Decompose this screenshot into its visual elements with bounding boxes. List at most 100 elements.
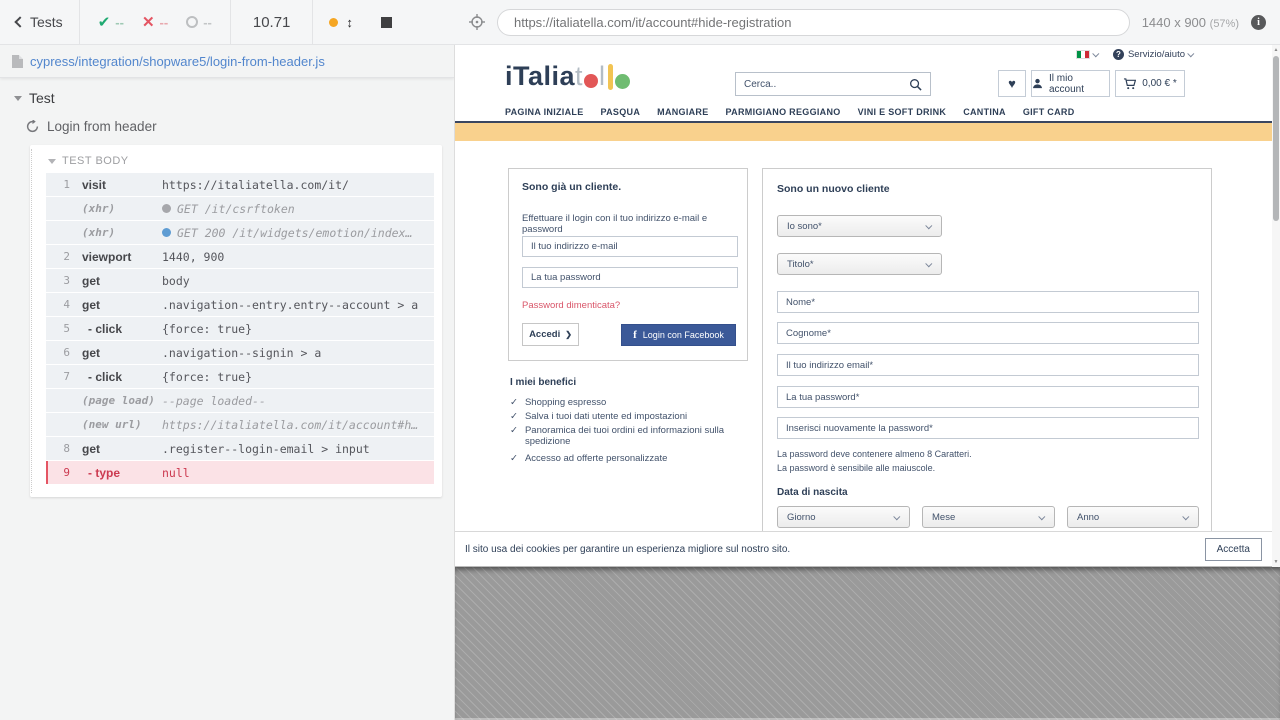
back-to-tests-button[interactable]: Tests <box>0 0 79 44</box>
chevron-left-icon <box>14 16 25 27</box>
scrollbar-thumb[interactable] <box>1273 56 1279 221</box>
command-row-xhr[interactable]: (xhr) GET /it/csrftoken <box>46 197 434 220</box>
service-menu[interactable]: ? Servizio/aiuto <box>1113 49 1194 60</box>
spec-path-link[interactable]: cypress/integration/shopware5/login-from… <box>30 54 325 69</box>
benefits-title: I miei benefici <box>510 377 576 388</box>
x-icon: ✕ <box>142 13 155 31</box>
help-icon: ? <box>1113 49 1124 60</box>
chevron-down-icon <box>925 222 932 229</box>
command-row-click[interactable]: 5 - click {force: true} <box>46 317 434 340</box>
viewport-scale: (57%) <box>1210 18 1239 30</box>
aut-url: https://italiatella.com/it/account#hide-… <box>514 15 791 30</box>
file-icon <box>12 55 23 68</box>
command-log: 1 visit https://italiatella.com/it/ (xhr… <box>46 173 434 484</box>
refresh-icon <box>26 120 39 133</box>
register-password-confirm-input[interactable]: Inserisci nuovamente la password* <box>777 417 1199 439</box>
register-card: Sono un nuovo cliente Io sono* Titolo* N… <box>762 168 1212 540</box>
nav-item-giftcard[interactable]: GIFT CARD <box>1023 107 1075 117</box>
month-select[interactable]: Mese <box>922 506 1055 528</box>
aut-toolbar: https://italiatella.com/it/account#hide-… <box>455 0 1280 44</box>
circle-icon <box>186 16 198 28</box>
year-select[interactable]: Anno <box>1067 506 1199 528</box>
aut-panel: ? Servizio/aiuto iTaliatella Cerca.. ♥ I… <box>455 45 1280 720</box>
benefit-item: ✓ Salva i tuoi dati utente ed impostazio… <box>510 411 755 422</box>
iam-select[interactable]: Io sono* <box>777 215 942 237</box>
check-icon: ✓ <box>510 397 518 408</box>
language-selector[interactable] <box>1076 50 1099 59</box>
facebook-login-button[interactable]: f Login con Facebook <box>621 324 736 346</box>
shop-logo[interactable]: iTaliatella <box>505 61 630 92</box>
cart-button[interactable]: 0,00 € * <box>1115 70 1185 97</box>
command-row-get[interactable]: 6 get .navigation--signin > a <box>46 341 434 364</box>
chevron-down-icon <box>1182 513 1189 520</box>
check-icon: ✓ <box>510 425 518 447</box>
command-row-viewport[interactable]: 2 viewport 1440, 900 <box>46 245 434 268</box>
nav-item-home[interactable]: PAGINA INIZIALE <box>505 107 584 117</box>
facebook-icon: f <box>633 329 637 341</box>
test-body-toggle[interactable]: TEST BODY <box>38 151 434 173</box>
breadstick-icon: l <box>608 64 613 90</box>
benefit-item: ✓ Panoramica dei tuoi ordini ed informaz… <box>510 425 755 447</box>
cart-total: 0,00 € * <box>1142 78 1176 89</box>
reporter-panel: cypress/integration/shopware5/login-from… <box>0 45 455 720</box>
command-row-page-load[interactable]: (page load) --page loaded-- <box>46 389 434 412</box>
nav-item-pasqua[interactable]: PASQUA <box>601 107 641 117</box>
passed-stat: ✔ -- <box>98 13 124 31</box>
scroll-up-icon[interactable]: ▲ <box>1272 47 1280 53</box>
nav-item-mangiare[interactable]: MANGIARE <box>657 107 708 117</box>
language-flag-icon <box>1076 50 1090 59</box>
wishlist-button[interactable]: ♥ <box>998 70 1026 97</box>
login-submit-button[interactable]: Accedi ❯ <box>522 323 579 346</box>
spec-bar: cypress/integration/shopware5/login-from… <box>0 45 454 78</box>
login-title: Sono già un cliente. <box>522 181 621 193</box>
account-button[interactable]: Il mio account <box>1031 70 1110 97</box>
stop-button[interactable] <box>381 17 392 28</box>
tests-label: Tests <box>30 14 63 30</box>
nav-item-vini[interactable]: VINI E SOFT DRINK <box>858 107 947 117</box>
suite-header[interactable]: Test <box>0 78 454 112</box>
chevron-down-icon <box>1187 50 1194 57</box>
day-select[interactable]: Giorno <box>777 506 910 528</box>
chevron-down-icon <box>1038 513 1045 520</box>
outside-viewport-area <box>455 567 1280 720</box>
forgot-password-link[interactable]: Password dimenticata? <box>522 300 620 311</box>
register-password-input[interactable]: La tua password* <box>777 386 1199 408</box>
lastname-input[interactable]: Cognome* <box>777 322 1199 344</box>
test-title: Login from header <box>47 119 157 134</box>
auto-scroll-toggle[interactable]: ↕ <box>313 15 369 30</box>
url-bar[interactable]: https://italiatella.com/it/account#hide-… <box>497 9 1130 36</box>
service-label: Servizio/aiuto <box>1128 49 1185 60</box>
search-input[interactable]: Cerca.. <box>735 72 931 96</box>
command-row-click[interactable]: 7 - click {force: true} <box>46 365 434 388</box>
app-viewport: ? Servizio/aiuto iTaliatella Cerca.. ♥ I… <box>455 45 1272 567</box>
shop-topline: ? Servizio/aiuto <box>1076 49 1194 60</box>
command-row-get[interactable]: 8 get .register--login-email > input <box>46 437 434 460</box>
viewport-size[interactable]: 1440 x 900 (57%) <box>1142 15 1239 30</box>
nav-item-parmigiano[interactable]: PARMIGIANO REGGIANO <box>726 107 841 117</box>
command-row-xhr[interactable]: (xhr) GET 200 /it/widgets/emotion/index… <box>46 221 434 244</box>
nav-item-cantina[interactable]: CANTINA <box>963 107 1006 117</box>
chevron-down-icon <box>1092 50 1099 57</box>
command-row-type-failed[interactable]: 9 - type null <box>46 461 434 484</box>
command-row-new-url[interactable]: (new url) https://italiatella.com/it/acc… <box>46 413 434 436</box>
login-email-input[interactable]: Il tuo indirizzo e-mail <box>522 236 738 257</box>
register-email-input[interactable]: Il tuo indirizzo email* <box>777 354 1199 376</box>
check-icon: ✓ <box>510 453 518 464</box>
firstname-input[interactable]: Nome* <box>777 291 1199 313</box>
account-label: Il mio account <box>1049 73 1109 95</box>
test-header[interactable]: Login from header <box>0 112 454 141</box>
command-row-get[interactable]: 4 get .navigation--entry.entry--account … <box>46 293 434 316</box>
reporter-toolbar: Tests ✔ -- ✕ -- -- 10.71 ↕ <box>0 0 455 44</box>
info-icon[interactable]: i <box>1251 15 1266 30</box>
search-icon <box>909 78 922 91</box>
tomato-icon: e <box>584 74 598 88</box>
scroll-down-icon[interactable]: ▼ <box>1272 559 1280 565</box>
selector-playground-icon[interactable] <box>469 14 485 30</box>
app-scrollbar[interactable]: ▲ ▼ <box>1272 45 1280 567</box>
command-row-visit[interactable]: 1 visit https://italiatella.com/it/ <box>46 173 434 196</box>
login-password-input[interactable]: La tua password <box>522 267 738 288</box>
title-select[interactable]: Titolo* <box>777 253 942 275</box>
command-row-get[interactable]: 3 get body <box>46 269 434 292</box>
cookie-accept-button[interactable]: Accetta <box>1205 538 1262 561</box>
chevron-down-icon <box>925 260 932 267</box>
